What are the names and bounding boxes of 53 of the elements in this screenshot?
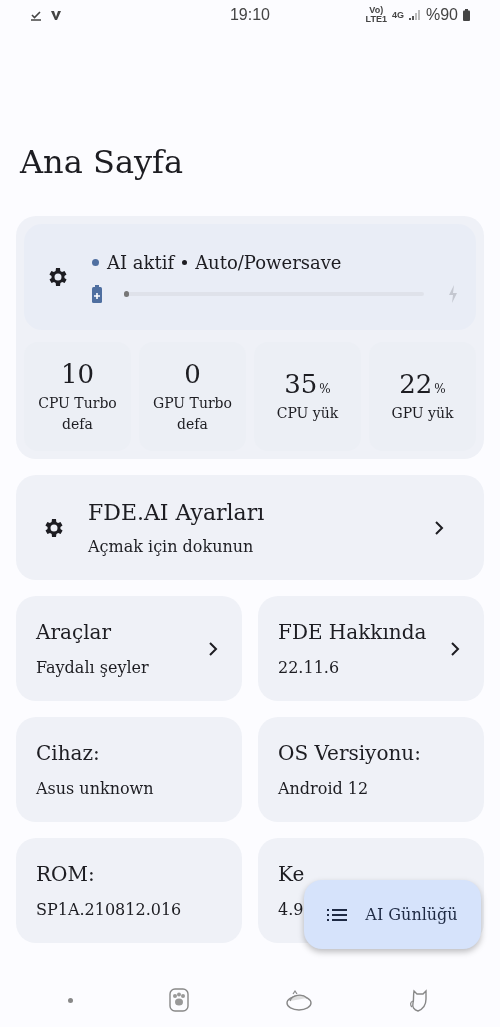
- clock: 19:10: [229, 6, 270, 24]
- tile-title: Cihaz:: [36, 741, 100, 765]
- ai-mode: Auto/Powersave: [195, 251, 342, 273]
- slider-thumb[interactable]: [124, 290, 129, 297]
- tile-title: Ke: [278, 862, 305, 886]
- volte-indicator: Vo) LTE1: [365, 6, 387, 24]
- stat-label: CPU yük: [275, 404, 340, 423]
- download-done-icon: [30, 9, 42, 21]
- cat-bowl-icon[interactable]: [285, 988, 314, 1012]
- settings-title: FDE.AI Ayarları: [88, 499, 266, 525]
- tile-subtitle: Asus unknown: [36, 779, 154, 798]
- lightning-icon: [448, 284, 458, 303]
- info-tile[interactable]: FDE Hakkında 22.11.6: [258, 596, 484, 701]
- list-icon: [327, 907, 348, 922]
- stat-value: 22: [399, 369, 433, 399]
- settings-card[interactable]: FDE.AI Ayarları Açmak için dokunun: [16, 475, 484, 580]
- status-dot: [92, 258, 99, 266]
- ai-status-panel[interactable]: AI aktif Auto/Powersave: [24, 224, 476, 330]
- tile-subtitle: 4.9: [278, 900, 304, 919]
- tile-title: OS Versiyonu:: [278, 741, 421, 765]
- stat-value: 10: [60, 358, 95, 389]
- stat-unit: %: [434, 382, 446, 396]
- nav-indicator: [67, 997, 73, 1003]
- tile-title: FDE Hakkında: [278, 620, 427, 644]
- battery-percent: %90: [425, 6, 458, 24]
- tile-title: ROM:: [36, 862, 95, 886]
- page-title: Ana Sayfa: [20, 142, 184, 182]
- stat-value: 0: [184, 358, 201, 389]
- separator-dot: [182, 259, 188, 265]
- v-logo-icon: [50, 9, 62, 21]
- tile-subtitle: Android 12: [278, 779, 369, 798]
- stat-label: GPU Turbo defa: [151, 393, 233, 434]
- tile-subtitle: SP1A.210812.016: [36, 900, 182, 919]
- settings-subtitle: Açmak için dokunun: [88, 536, 255, 556]
- stat-label: GPU yük: [390, 404, 455, 423]
- tile-title: Araçlar: [36, 620, 111, 644]
- tile-subtitle: 22.11.6: [278, 658, 340, 677]
- signal-icon: [408, 10, 421, 20]
- tile-subtitle: Faydalı şeyler: [36, 658, 149, 677]
- battery-icon: [463, 9, 470, 21]
- ai-log-button[interactable]: AI Günlüğü: [304, 880, 481, 949]
- paw-icon[interactable]: [167, 988, 190, 1012]
- stat-unit: %: [319, 382, 331, 396]
- battery-saver-icon: [92, 284, 102, 303]
- network-type: 4G: [391, 10, 404, 20]
- info-tile[interactable]: Araçlar Faydalı şeyler: [16, 596, 242, 701]
- chevron-right-icon: [434, 520, 444, 535]
- chevron-right-icon: [208, 641, 218, 656]
- stat-value: 35: [284, 369, 318, 399]
- mode-slider[interactable]: [126, 291, 424, 296]
- stat-label: CPU Turbo defa: [37, 393, 118, 434]
- ai-status: AI aktif: [107, 251, 175, 273]
- chevron-right-icon: [450, 641, 460, 656]
